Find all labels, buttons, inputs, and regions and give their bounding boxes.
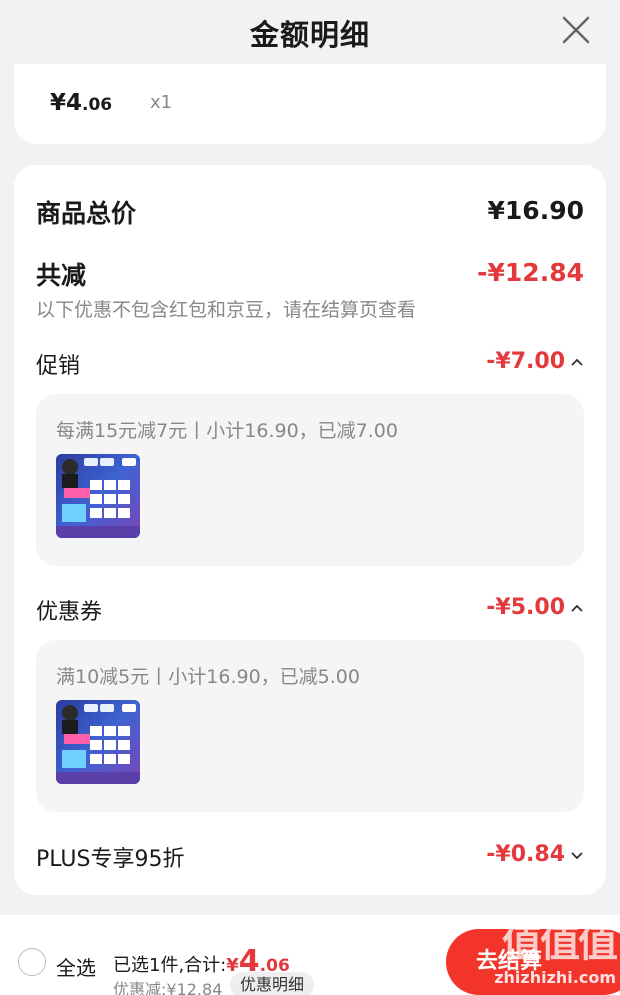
item-card: ¥4.06 x1 [14,64,606,144]
discount-detail-button[interactable]: 优惠明细 [230,972,315,995]
total-price-value: ¥16.90 [487,196,584,225]
product-thumbnail[interactable] [56,454,140,538]
watermark: 值值值 zhizhizhi.com [476,910,618,987]
total-price-label: 商品总价 [36,199,137,228]
total-reduce-value: -¥12.84 [477,258,584,287]
plus-toggle[interactable]: -¥0.84 [486,842,584,867]
promo-label: 促销 [36,354,81,379]
chevron-down-icon [571,851,583,859]
coupon-toggle[interactable]: -¥5.00 [486,595,584,620]
item-price: ¥4.06 [50,90,112,116]
coupon-value: -¥5.00 [486,595,565,620]
coupon-detail-box: 满10减5元丨小计16.90，已减5.00 [36,640,584,812]
item-price-int: ¥4 [50,90,83,116]
item-quantity: x1 [150,92,173,113]
item-price-dec: .06 [82,95,113,115]
close-icon[interactable] [558,12,594,48]
product-image [56,700,140,784]
product-thumbnail[interactable] [56,700,140,784]
selected-text: 已选1件,合计: [113,955,227,976]
watermark-url: zhizhizhi.com [494,968,616,987]
select-all-label[interactable]: 全选 [56,952,96,981]
chevron-up-icon [571,358,583,366]
promo-desc: 每满15元减7元丨小计16.90，已减7.00 [56,420,398,442]
total-reduce-label: 共减 [36,261,87,290]
watermark-logo: 值值值 [502,920,618,966]
plus-value: -¥0.84 [486,842,565,867]
coupon-desc: 满10减5元丨小计16.90，已减5.00 [56,666,360,688]
promo-detail-box: 每满15元减7元丨小计16.90，已减7.00 [36,394,584,566]
discount-amount: 优惠减:¥12.84 [113,980,223,995]
promo-toggle[interactable]: -¥7.00 [486,349,584,374]
header: 金额明细 [0,0,620,64]
coupon-label: 优惠券 [36,600,103,625]
promo-value: -¥7.00 [486,349,565,374]
discount-note: 以下优惠不包含红包和京豆，请在结算页查看 [36,299,417,321]
chevron-up-icon [571,604,583,612]
page-title: 金额明细 [249,18,370,52]
plus-label: PLUS专享95折 [36,847,185,872]
amount-detail-card: 商品总价 ¥16.90 共减 -¥12.84 以下优惠不包含红包和京豆，请在结算… [14,165,606,895]
select-all-radio[interactable] [18,948,46,976]
product-image [56,454,140,538]
